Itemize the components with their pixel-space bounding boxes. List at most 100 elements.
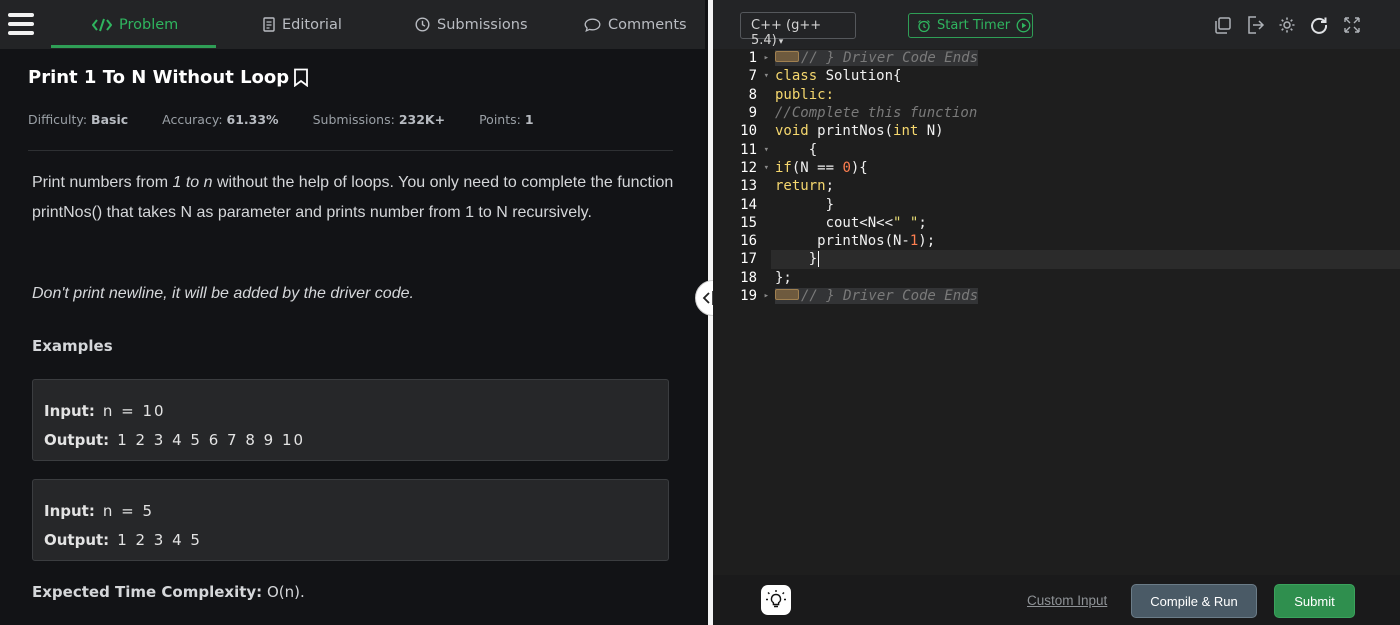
line-number: 7 ▾	[748, 68, 769, 85]
problem-panel: Problem Editorial Submissions Comments P…	[0, 0, 705, 625]
input-label: Input:	[44, 501, 95, 520]
code-line: void printNos(int N)	[775, 123, 944, 140]
line-number: 16	[740, 233, 757, 250]
problem-title-text: Print 1 To N Without Loop	[28, 67, 290, 88]
line-number: 1 ▸	[748, 50, 769, 67]
code-line: // } Driver Code Ends	[771, 49, 1400, 67]
fullscreen-icon[interactable]	[1342, 15, 1362, 35]
input-value: n = 10	[102, 401, 166, 420]
difficulty: Difficulty: Basic	[28, 112, 128, 127]
tab-editorial[interactable]: Editorial	[263, 0, 342, 49]
output-label: Output:	[44, 530, 110, 549]
fold-arrow-icon[interactable]: ▸	[764, 291, 769, 301]
example-box: Input: n = 10 Output: 1 2 3 4 5 6 7 8 9 10	[32, 379, 669, 461]
input-label: Input:	[44, 401, 95, 420]
alarm-clock-icon	[918, 19, 930, 32]
code-line: //Complete this function	[775, 105, 978, 122]
text-cursor	[818, 251, 820, 268]
menu-icon[interactable]	[8, 13, 34, 35]
output-label: Output:	[44, 430, 110, 449]
examples-heading: Examples	[32, 337, 113, 355]
etc-label: Expected Time Complexity:	[32, 583, 263, 601]
code-editor[interactable]: // } Driver Code Ends class Solution{ pu…	[771, 49, 1400, 575]
tab-label: Editorial	[282, 16, 342, 33]
line-number: 12 ▾	[740, 159, 769, 176]
fold-widget-icon[interactable]	[775, 51, 799, 63]
fold-widget-icon[interactable]	[775, 289, 799, 300]
divider	[28, 150, 673, 151]
output-value: 1 2 3 4 5 6 7 8 9 10	[117, 430, 306, 449]
fold-arrow-icon[interactable]: ▾	[764, 163, 769, 173]
code-icon	[92, 18, 112, 31]
play-icon	[1016, 18, 1031, 33]
code-line: printNos(N- 1);	[775, 233, 936, 250]
line-number: 13	[740, 178, 757, 195]
custom-input-link[interactable]: Custom Input	[1027, 593, 1107, 608]
copy-icon[interactable]	[1213, 15, 1233, 35]
line-number: 9	[748, 105, 757, 122]
code-lines: // } Driver Code Ends class Solution{ pu…	[771, 49, 1400, 305]
example-box: Input: n = 5 Output: 1 2 3 4 5	[32, 479, 669, 561]
etc-value: O(n).	[266, 583, 305, 601]
problem-title: Print 1 To N Without Loop	[28, 67, 309, 88]
code-line: {	[775, 141, 818, 158]
code-line: public:	[775, 86, 835, 103]
line-numbers: 1 ▸ 7 ▾ 8 9 10 11 ▾ 12 ▾ 13 14 15 16 17 18 1…	[713, 49, 771, 305]
gear-icon[interactable]	[1277, 15, 1297, 35]
example-output: Output: 1 2 3 4 5 6 7 8 9 10	[44, 425, 668, 454]
description-range: 1 to n	[172, 174, 213, 191]
difficulty-value: Basic	[91, 112, 129, 127]
output-value: 1 2 3 4 5	[117, 530, 202, 549]
line-number: 18	[740, 269, 757, 286]
submissions-count: Submissions: 232K+	[313, 112, 445, 127]
code-line: }	[775, 196, 835, 213]
lightbulb-icon[interactable]	[761, 585, 791, 615]
points: Points: 1	[479, 112, 533, 127]
code-line: };	[775, 269, 792, 286]
document-icon	[263, 17, 275, 32]
language-select[interactable]: C++ (g++ 5.4) ▾	[740, 12, 856, 48]
example-output: Output: 1 2 3 4 5	[44, 525, 668, 554]
code-line-active: }	[771, 250, 1400, 269]
submissions-label: Submissions:	[312, 112, 395, 127]
compile-run-button[interactable]: Compile & Run	[1131, 584, 1257, 618]
tab-comments[interactable]: Comments	[584, 0, 687, 49]
start-timer-button[interactable]: Start Timer	[908, 13, 1033, 38]
accuracy-value: 61.33%	[226, 112, 279, 127]
line-number: 10	[740, 123, 757, 140]
import-file-icon[interactable]	[1245, 15, 1265, 35]
active-tab-indicator	[51, 45, 216, 48]
reset-icon[interactable]	[1309, 15, 1329, 35]
chat-icon	[584, 18, 601, 32]
fold-arrow-icon[interactable]: ▸	[764, 53, 769, 63]
code-line: return;	[775, 178, 835, 195]
tab-submissions[interactable]: Submissions	[415, 0, 528, 49]
timer-label: Start Timer	[937, 18, 1011, 33]
line-number: 14	[740, 196, 757, 213]
tab-label: Submissions	[437, 16, 528, 33]
clock-icon	[415, 17, 430, 32]
fold-arrow-icon[interactable]: ▾	[764, 145, 769, 155]
bookmark-icon[interactable]	[293, 68, 309, 87]
problem-meta: Difficulty: Basic Accuracy: 61.33% Submi…	[28, 112, 534, 127]
editor-panel: C++ (g++ 5.4) ▾ Start Timer 1 ▸ 7 ▾ 8 9 …	[713, 0, 1400, 625]
example-input: Input: n = 5	[44, 496, 668, 525]
difficulty-label: Difficulty:	[28, 112, 88, 127]
code-line: // } Driver Code Ends	[771, 287, 1400, 305]
input-value: n = 5	[102, 501, 155, 520]
problem-topbar: Problem Editorial Submissions Comments	[0, 0, 705, 49]
points-label: Points:	[479, 112, 521, 127]
tab-label: Comments	[608, 16, 687, 33]
points-value: 1	[524, 112, 534, 127]
fold-arrow-icon[interactable]: ▾	[764, 71, 769, 81]
line-number: 11 ▾	[740, 141, 769, 158]
tab-problem[interactable]: Problem	[92, 0, 178, 49]
submit-button[interactable]: Submit	[1274, 584, 1355, 618]
problem-description: Print numbers from 1 to n without the he…	[32, 168, 682, 228]
tab-label: Problem	[119, 16, 179, 33]
code-line: cout<N<< " ";	[775, 214, 927, 231]
editor-topbar: C++ (g++ 5.4) ▾ Start Timer	[713, 0, 1400, 49]
code-line: class Solution{	[775, 68, 902, 85]
chevron-down-icon: ▾	[778, 37, 784, 47]
language-value: C++ (g++ 5.4)	[751, 18, 822, 48]
